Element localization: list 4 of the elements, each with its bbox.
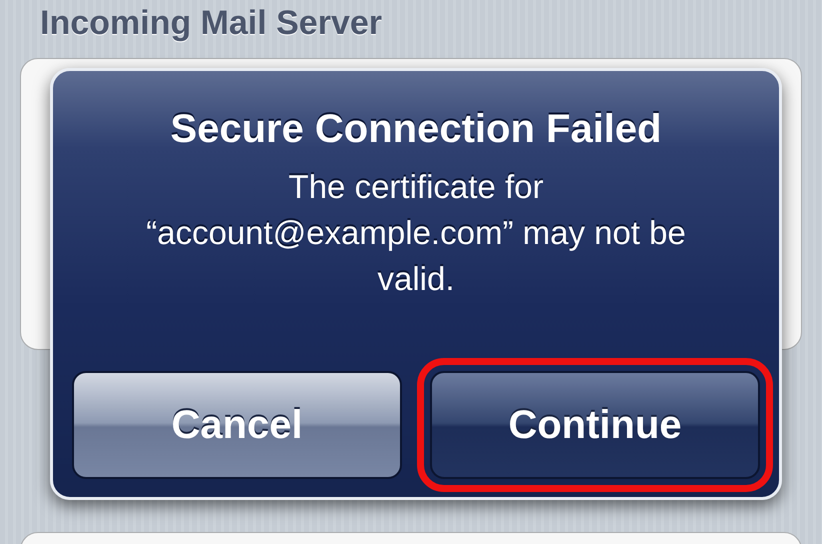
cancel-button[interactable]: Cancel — [72, 371, 402, 479]
section-heading: Incoming Mail Server — [40, 4, 382, 43]
alert-message: The certificate for “account@example.com” may not be valid. — [145, 167, 687, 299]
alert-title: Secure Connection Failed — [170, 107, 662, 152]
